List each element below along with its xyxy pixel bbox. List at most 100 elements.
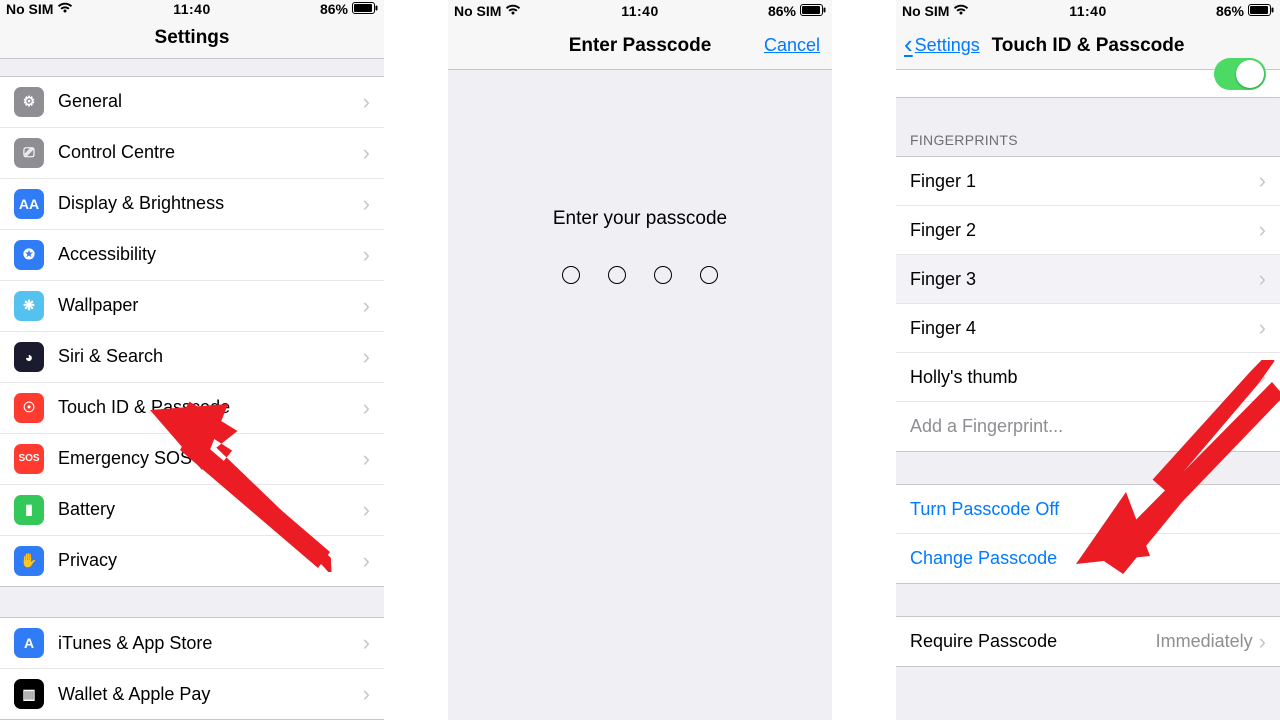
settings-row-display-brightness[interactable]: AA Display & Brightness› (0, 179, 384, 230)
chevron-right-icon: › (1259, 268, 1266, 290)
battery-percent: 86% (768, 3, 796, 19)
settings-row-control-centre[interactable]: ⎚ Control Centre› (0, 128, 384, 179)
chevron-right-icon: › (363, 550, 370, 572)
wifi-icon (505, 3, 521, 19)
row-label: Accessibility (58, 244, 363, 265)
fingerprint-row[interactable]: Finger 2› (896, 206, 1280, 255)
chevron-left-icon: ‹ (904, 31, 913, 57)
fingerprint-label: Finger 1 (910, 171, 1259, 192)
gap (832, 0, 896, 720)
passcode-prompt: Enter your passcode (553, 208, 727, 230)
fingerprint-row[interactable]: Holly's thumb› (896, 353, 1280, 402)
wifi-icon (57, 1, 73, 17)
fingerprint-label: Holly's thumb (910, 367, 1259, 388)
fingerprint-row[interactable]: Finger 4› (896, 304, 1280, 353)
wifi-icon (953, 3, 969, 19)
fingerprint-label: Finger 3 (910, 269, 1259, 290)
chevron-right-icon: › (363, 448, 370, 470)
siri-search-icon: ◕ (14, 342, 44, 372)
general-icon: ⚙ (14, 87, 44, 117)
settings-row-touch-id-passcode[interactable]: ☉Touch ID & Passcode› (0, 383, 384, 434)
toggle-row-peek (896, 70, 1280, 98)
settings-row-emergency-sos[interactable]: SOSEmergency SOS› (0, 434, 384, 485)
nav-bar: Enter Passcode Cancel (448, 22, 832, 70)
status-time: 11:40 (1069, 3, 1107, 19)
row-label: Siri & Search (58, 346, 363, 367)
require-passcode-label: Require Passcode (910, 631, 1156, 652)
itunes-app-store-icon: A (14, 628, 44, 658)
touchid-passcode-screen: No SIM 11:40 86% ‹ Settings Touch ID & P… (896, 0, 1280, 720)
chevron-right-icon: › (363, 193, 370, 215)
settings-row-wallpaper[interactable]: ❋ Wallpaper› (0, 281, 384, 332)
settings-row-siri-search[interactable]: ◕ Siri & Search› (0, 332, 384, 383)
chevron-right-icon: › (363, 244, 370, 266)
chevron-right-icon: › (1259, 219, 1266, 241)
chevron-right-icon: › (363, 91, 370, 113)
row-label: Display & Brightness (58, 193, 363, 214)
settings-row-wallet-apple-pay[interactable]: ▥ Wallet & Apple Pay› (0, 669, 384, 719)
row-label: Privacy (58, 550, 363, 571)
chevron-right-icon: › (363, 346, 370, 368)
passcode-dots[interactable] (562, 266, 718, 284)
fingerprints-header: FINGERPRINTS (896, 124, 1280, 156)
status-bar: No SIM 11:40 86% (0, 0, 384, 18)
fingerprints-group: Finger 1›Finger 2›Finger 3›Finger 4›Holl… (896, 156, 1280, 452)
row-label: Battery (58, 499, 363, 520)
carrier-label: No SIM (902, 3, 949, 19)
settings-row-battery[interactable]: ▮Battery› (0, 485, 384, 536)
chevron-right-icon: › (363, 295, 370, 317)
status-bar: No SIM 11:40 86% (896, 0, 1280, 22)
row-label: Wallet & Apple Pay (58, 684, 363, 705)
settings-row-accessibility[interactable]: ✪Accessibility› (0, 230, 384, 281)
wallpaper-icon: ❋ (14, 291, 44, 321)
status-bar: No SIM 11:40 86% (448, 0, 832, 22)
fingerprint-label: Finger 4 (910, 318, 1259, 339)
passcode-body: Enter your passcode (448, 70, 832, 720)
enter-passcode-screen: No SIM 11:40 86% Enter Passcode Cancel E… (448, 0, 832, 720)
settings-group-2: AiTunes & App Store›▥Wallet & Apple Pay› (0, 617, 384, 720)
touch-id-passcode-icon: ☉ (14, 393, 44, 423)
nav-bar: Settings (0, 18, 384, 58)
gap (384, 0, 448, 720)
passcode-actions-group: Turn Passcode Off Change Passcode (896, 484, 1280, 584)
add-fingerprint-row[interactable]: Add a Fingerprint... (896, 402, 1280, 451)
require-passcode-value: Immediately (1156, 631, 1253, 652)
settings-row-privacy[interactable]: ✋ Privacy› (0, 536, 384, 586)
settings-row-itunes-app-store[interactable]: AiTunes & App Store› (0, 618, 384, 669)
display-brightness-icon: AA (14, 189, 44, 219)
chevron-right-icon: › (363, 683, 370, 705)
row-label: Control Centre (58, 142, 363, 163)
battery-icon (352, 1, 378, 17)
page-title: Enter Passcode (569, 35, 712, 57)
back-button[interactable]: ‹ Settings (904, 22, 980, 69)
control-centre-icon: ⎚ (14, 138, 44, 168)
row-label: Touch ID & Passcode (58, 397, 363, 418)
battery-percent: 86% (1216, 3, 1244, 19)
turn-passcode-off-button[interactable]: Turn Passcode Off (896, 485, 1280, 534)
passcode-dot (654, 266, 672, 284)
emergency-sos-icon: SOS (14, 444, 44, 474)
toggle-switch[interactable] (1214, 58, 1266, 90)
fingerprint-row[interactable]: Finger 3› (896, 255, 1280, 304)
row-label: General (58, 91, 363, 112)
fingerprint-row[interactable]: Finger 1› (896, 157, 1280, 206)
change-passcode-button[interactable]: Change Passcode (896, 534, 1280, 583)
settings-row-general[interactable]: ⚙ General› (0, 77, 384, 128)
passcode-dot (562, 266, 580, 284)
chevron-right-icon: › (1259, 317, 1266, 339)
wallet-apple-pay-icon: ▥ (14, 679, 44, 709)
carrier-label: No SIM (454, 3, 501, 19)
action-label: Turn Passcode Off (910, 499, 1266, 520)
page-title: Touch ID & Passcode (992, 35, 1185, 57)
chevron-right-icon: › (363, 632, 370, 654)
settings-screen: No SIM 11:40 86% Settings ⚙General›⎚Cont… (0, 0, 384, 720)
cancel-button[interactable]: Cancel (764, 22, 820, 69)
settings-group-1: ⚙General›⎚Control Centre›AADisplay & Bri… (0, 76, 384, 587)
row-label: iTunes & App Store (58, 633, 363, 654)
chevron-right-icon: › (363, 142, 370, 164)
back-label: Settings (915, 35, 980, 56)
privacy-icon: ✋ (14, 546, 44, 576)
require-passcode-row[interactable]: Require Passcode Immediately › (896, 617, 1280, 666)
carrier-label: No SIM (6, 1, 53, 17)
row-label: Wallpaper (58, 295, 363, 316)
